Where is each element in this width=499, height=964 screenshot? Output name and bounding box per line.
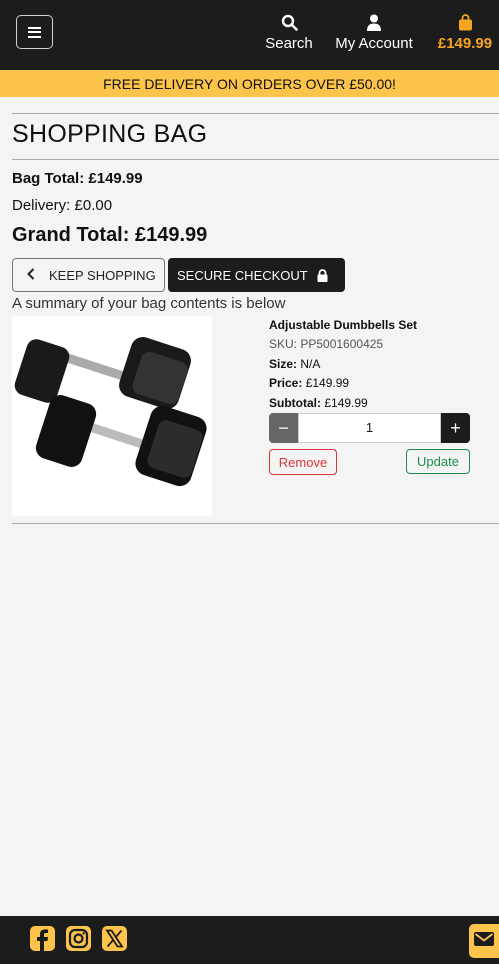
quantity-decrease-button[interactable]: −: [269, 413, 298, 443]
keep-shopping-label: KEEP SHOPPING: [49, 267, 156, 283]
bag-button[interactable]: £149.99: [432, 12, 498, 52]
product-price: Price: £149.99: [269, 376, 349, 390]
price-value: £149.99: [305, 376, 350, 390]
secure-checkout-label: SECURE CHECKOUT: [177, 267, 308, 283]
product-name[interactable]: Adjustable Dumbbells Set: [269, 318, 417, 332]
delivery-text: Delivery: £0.00: [12, 197, 113, 214]
facebook-icon[interactable]: [29, 925, 56, 952]
quantity-input[interactable]: 1: [298, 413, 441, 443]
hamburger-icon: [28, 26, 41, 38]
lock-icon: [317, 268, 328, 282]
chevron-left-icon: [27, 267, 35, 283]
subtotal-value: £149.99: [324, 396, 368, 410]
product-sku: SKU: PP5001600425: [269, 337, 384, 351]
secure-checkout-button[interactable]: SECURE CHECKOUT: [168, 258, 345, 292]
mail-icon: [473, 931, 495, 952]
divider: [12, 523, 499, 524]
size-label: Size:: [269, 357, 298, 371]
product-image: [12, 316, 212, 516]
top-navigation-bar: Search My Account £149.99: [0, 0, 499, 70]
product-size: Size: N/A: [269, 357, 320, 371]
promo-banner: FREE DELIVERY ON ORDERS OVER £50.00!: [0, 70, 499, 97]
remove-button[interactable]: Remove: [269, 449, 337, 475]
my-account-label: My Account: [335, 35, 413, 52]
quantity-increase-button[interactable]: +: [441, 413, 470, 443]
divider: [12, 159, 499, 160]
page-title: SHOPPING BAG: [12, 120, 208, 148]
product-subtotal: Subtotal: £149.99: [269, 396, 368, 410]
divider: [12, 113, 499, 114]
summary-text: A summary of your bag contents is below: [12, 295, 286, 312]
contact-mail-button[interactable]: [469, 924, 499, 958]
update-button[interactable]: Update: [406, 449, 470, 474]
price-label: Price:: [269, 376, 303, 390]
search-label: Search: [265, 35, 313, 52]
bag-total-label: £149.99: [437, 35, 493, 52]
shopping-bag-icon: [458, 12, 473, 32]
menu-button[interactable]: [16, 15, 53, 49]
size-value: N/A: [300, 357, 321, 371]
grand-total-text: Grand Total: £149.99: [12, 224, 208, 246]
x-icon[interactable]: [101, 925, 128, 952]
subtotal-label: Subtotal:: [269, 396, 321, 410]
user-icon: [367, 12, 381, 32]
quantity-stepper: − 1 +: [269, 413, 470, 443]
search-icon: [281, 12, 298, 32]
search-button[interactable]: Search: [262, 12, 316, 52]
bag-total-text: Bag Total: £149.99: [12, 170, 143, 187]
instagram-icon[interactable]: [65, 925, 92, 952]
my-account-button[interactable]: My Account: [328, 12, 420, 52]
promo-text: FREE DELIVERY ON ORDERS OVER £50.00!: [103, 75, 396, 92]
keep-shopping-button[interactable]: KEEP SHOPPING: [12, 258, 165, 292]
